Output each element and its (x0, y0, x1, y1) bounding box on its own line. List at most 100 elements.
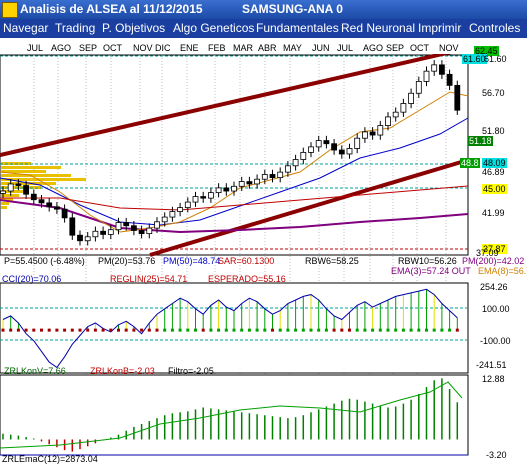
cci-dot (286, 328, 290, 332)
candle (115, 222, 122, 231)
candle (61, 208, 68, 219)
cci-dot (24, 328, 28, 332)
candle (184, 201, 191, 209)
candle (107, 229, 114, 235)
month-label: DIC (155, 43, 171, 53)
cci-dot (63, 328, 67, 332)
price-readout: P=55.4500 (-6.48%) (4, 256, 85, 266)
title-bar: Analisis de ALSEA al 11/12/2015 SAMSUNG-… (0, 0, 527, 19)
month-label: ABR (258, 43, 277, 53)
candle (84, 236, 91, 242)
candle (46, 202, 53, 208)
candle (223, 187, 230, 192)
candle (130, 225, 137, 231)
candle (354, 137, 361, 149)
cci-dot (455, 328, 459, 332)
candle (30, 193, 37, 201)
candle (377, 125, 384, 136)
price-axis-label: 61.60 (484, 54, 507, 64)
candle (300, 151, 307, 160)
candle (169, 211, 176, 218)
candle (7, 183, 14, 192)
candle (54, 206, 60, 210)
cci-dot (163, 328, 167, 332)
candle (292, 159, 299, 167)
cci-dot (432, 328, 436, 332)
cci-dot (425, 328, 428, 332)
cci-dot (32, 328, 36, 332)
menu-red-neuronal[interactable]: Red Neuronal (341, 21, 415, 35)
level-tag-mid1: 48.8 (460, 158, 480, 168)
candle (315, 140, 322, 148)
cci-axis-label: 100.00 (482, 304, 510, 314)
cci-dot (9, 328, 13, 332)
pm50-readout: PM(50)=48.74 (163, 256, 221, 266)
sar-readout: SAR=60.1300 (218, 256, 275, 266)
cci-dot (232, 328, 236, 332)
month-label: JUL (27, 43, 44, 53)
candle (361, 131, 368, 139)
ema3-readout: EMA(3)=57.24 OUT (391, 266, 471, 276)
candle (338, 149, 345, 155)
cci-dot (417, 328, 421, 332)
cci-dot (224, 328, 228, 332)
menu-p-objetivos[interactable]: P. Objetivos (102, 21, 165, 35)
month-label: AGO (363, 43, 384, 53)
level-tag-green: 51.18 (468, 136, 493, 146)
candle (415, 81, 422, 94)
cci-dot (70, 328, 74, 332)
candle (346, 148, 353, 155)
menu-fundamentales[interactable]: Fundamentales (256, 21, 339, 35)
menu-algo-geneticos[interactable]: Algo Geneticos (173, 21, 254, 35)
rbw10-readout: RBW10=56.26 (398, 256, 457, 266)
candle (100, 230, 106, 235)
cci-dot (448, 328, 452, 332)
cci-dot (186, 328, 190, 332)
cci-dot (247, 328, 251, 332)
month-label: NOV (133, 43, 153, 53)
candle (454, 84, 461, 111)
cci-dot (355, 328, 359, 332)
candle (23, 185, 30, 195)
level-tag-top2: 61.60 (462, 54, 487, 64)
esperado-readout: ESPERADO=55.16 (208, 274, 286, 284)
candle (15, 183, 22, 186)
candle (92, 230, 99, 238)
level-tag-yellow: 45.00 (482, 184, 507, 194)
menu-navegar[interactable]: Navegar (3, 21, 48, 35)
cci-dot (263, 328, 267, 332)
menu-trading[interactable]: Trading (55, 21, 95, 35)
candle (123, 222, 130, 227)
cci-axis-label: -100.00 (480, 336, 511, 346)
month-label: MAY (283, 43, 302, 53)
candle (408, 92, 415, 104)
cci-dot (132, 328, 136, 332)
cci-dot (363, 328, 367, 332)
pm20-readout: PM(20)=53.76 (98, 256, 156, 266)
menu-controles[interactable]: Controles (469, 21, 520, 35)
candle (284, 165, 291, 173)
candle (331, 143, 338, 151)
window-title: Analisis de ALSEA al 11/12/2015 (20, 2, 203, 16)
price-axis-label: 56.70 (482, 88, 505, 98)
cci-dot (40, 328, 43, 332)
cci-dot (278, 328, 282, 332)
month-label: OCT (103, 43, 122, 53)
candle (161, 216, 168, 223)
cci-dot (47, 328, 51, 332)
candle (438, 64, 445, 75)
zrl-axis-label: -3.20 (486, 450, 507, 460)
zrl-ema-readout: ZRLEmaC(12)=2873.04 (2, 454, 98, 464)
menu-bar: Navegar Trading P. Objetivos Algo Geneti… (0, 19, 527, 38)
candle (69, 217, 76, 236)
cci-dot (340, 328, 344, 332)
cci-dot (301, 328, 305, 332)
month-label: MAR (233, 43, 253, 53)
candle (215, 187, 222, 194)
month-label: FEB (208, 43, 226, 53)
month-label: ENE (180, 43, 199, 53)
menu-imprimir[interactable]: Imprimir (418, 21, 461, 35)
candle (308, 146, 314, 153)
candle (277, 171, 284, 179)
cci-dot (140, 328, 144, 332)
